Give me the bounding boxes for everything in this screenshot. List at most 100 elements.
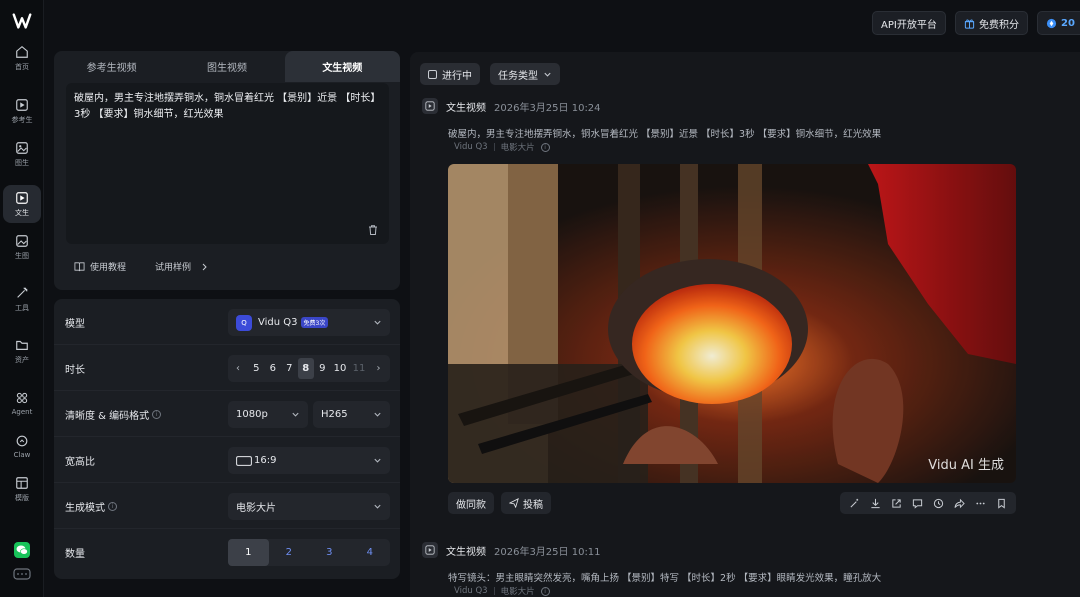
status-filter-label: 进行中 (442, 70, 472, 82)
task-type-filter[interactable]: 任务类型 (490, 63, 560, 85)
submit-button[interactable]: 投稿 (501, 492, 551, 514)
task-header: 文生视频 2026年3月25日 10:11 (422, 542, 601, 558)
model-select[interactable]: Q Vidu Q3 免费3次 (228, 309, 390, 336)
setting-duration: 时长 ‹ 5 6 7 8 9 10 11 › (54, 345, 400, 391)
free-credits-button[interactable]: 免费积分 (955, 11, 1028, 35)
community-icon[interactable] (13, 567, 31, 581)
task-time: 2026年3月25日 10:11 (494, 546, 601, 558)
nav-item-tools[interactable]: 工具 (3, 280, 41, 318)
status-square-icon (428, 69, 437, 79)
meta-divider (493, 143, 495, 151)
count-option[interactable]: 4 (350, 539, 391, 566)
video-watermark: Vidu AI 生成 (928, 458, 1004, 473)
duration-next-button[interactable]: › (369, 358, 389, 379)
info-icon[interactable]: i (540, 142, 550, 152)
nav-item-label: 工具 (15, 303, 29, 312)
duration-option[interactable]: 7 (281, 358, 298, 379)
chevron-down-icon (374, 412, 381, 417)
duration-prev-button[interactable]: ‹ (228, 358, 248, 379)
trash-icon[interactable] (367, 224, 379, 236)
mode-select[interactable]: 电影大片 (228, 493, 390, 520)
nav-item-assets[interactable]: 资产 (3, 332, 41, 370)
video-preview[interactable]: Vidu AI 生成 (448, 164, 1016, 483)
duration-option[interactable]: 6 (265, 358, 282, 379)
task-feed: 进行中 任务类型 文生视频 2026年3月25日 10:24 破屋内，男主专注地… (410, 52, 1080, 597)
nav-item-agent[interactable]: Agent (3, 384, 41, 422)
count-selector: 1 2 3 4 (228, 539, 390, 566)
prompt-text: 破屋内，男主专注地摆弄铜水，铜水冒着红光 【景别】近景 【时长】3秒 【要求】铜… (74, 93, 381, 120)
tab-image-to-video[interactable]: 图生视频 (169, 51, 284, 82)
bookmark-icon[interactable] (996, 498, 1007, 509)
tutorial-link[interactable]: 使用教程 (74, 260, 126, 273)
credits-value: 20 (1061, 17, 1075, 29)
nav-item-template[interactable]: 模版 (3, 470, 41, 508)
nav-item-image-to-video[interactable]: 图生 (3, 135, 41, 173)
task-type: 文生视频 (446, 102, 486, 114)
clock-icon[interactable] (933, 498, 944, 509)
vidu-logo[interactable] (11, 10, 33, 32)
wechat-icon[interactable] (14, 542, 30, 558)
task-mode: 电影大片 (500, 587, 535, 597)
count-option-selected[interactable]: 1 (228, 539, 269, 566)
nav-item-label: 生图 (15, 251, 29, 260)
nav-item-text-to-video[interactable]: 文生 (3, 185, 41, 223)
chevron-down-icon (374, 458, 381, 463)
aspect-select[interactable]: 16:9 (228, 447, 390, 474)
duration-option[interactable]: 9 (314, 358, 331, 379)
prompt-textarea[interactable]: 破屋内，男主专注地摆弄铜水，铜水冒着红光 【景别】近景 【时长】3秒 【要求】铜… (66, 83, 389, 244)
nav-item-reference[interactable]: 参考生 (3, 92, 41, 130)
nav-item-home[interactable]: 首页 (3, 39, 41, 77)
free-badge: 免费3次 (300, 317, 329, 328)
count-option[interactable]: 3 (309, 539, 350, 566)
setting-count: 数量 1 2 3 4 (54, 529, 400, 575)
try-example-link[interactable]: 试用样例 (155, 260, 208, 273)
resolution-select[interactable]: 1080p (228, 401, 308, 428)
tab-reference-video[interactable]: 参考生视频 (54, 51, 169, 82)
comment-icon[interactable] (912, 498, 923, 509)
tab-text-to-video[interactable]: 文生视频 (284, 51, 400, 82)
tutorial-label: 使用教程 (90, 263, 127, 273)
create-tabs: 参考生视频 图生视频 文生视频 (54, 51, 400, 82)
aspect-value: 16:9 (254, 455, 277, 466)
duration-option[interactable]: 5 (248, 358, 265, 379)
task-prompt: 特写镜头：男主眼睛突然发亮，嘴角上扬 【景别】特写 【时长】2秒 【要求】眼睛发… (448, 573, 882, 584)
count-option[interactable]: 2 (269, 539, 310, 566)
download-icon[interactable] (870, 498, 881, 509)
more-icon[interactable] (975, 498, 986, 509)
model-value: Vidu Q3 (258, 317, 298, 328)
share-icon[interactable] (954, 498, 965, 509)
task-model: Vidu Q3 (454, 586, 488, 596)
info-icon[interactable]: i (540, 586, 550, 596)
task-header: 文生视频 2026年3月25日 10:24 (422, 98, 601, 114)
info-icon[interactable]: i (152, 409, 162, 419)
api-platform-button[interactable]: API开放平台 (872, 11, 946, 35)
info-icon[interactable]: i (108, 501, 117, 511)
try-example-label: 试用样例 (155, 263, 192, 273)
claw-icon (16, 435, 28, 446)
task-type: 文生视频 (446, 546, 486, 558)
nav-item-label: 首页 (15, 62, 29, 71)
magic-wand-icon[interactable] (849, 498, 860, 509)
nav-item-image-gen[interactable]: 生图 (3, 228, 41, 266)
setting-quality: 清晰度 & 编码格式 i 1080p H265 (54, 391, 400, 437)
send-icon (509, 498, 519, 508)
nav-item-claw[interactable]: Claw (3, 427, 41, 465)
task-type-filter-label: 任务类型 (498, 70, 538, 82)
duration-option-selected[interactable]: 8 (297, 358, 314, 379)
vidu-model-icon: Q (236, 314, 252, 331)
codec-select[interactable]: H265 (313, 401, 390, 428)
count-label: 数量 (65, 548, 85, 560)
make-same-button[interactable]: 做同款 (448, 492, 494, 514)
task-meta: Vidu Q3 电影大片 i (454, 141, 550, 153)
external-open-icon[interactable] (891, 498, 902, 509)
chevron-down-icon (374, 504, 381, 509)
resolution-value: 1080p (236, 409, 268, 420)
credits-balance[interactable]: 20 (1037, 11, 1080, 35)
chevron-down-icon (292, 412, 299, 417)
duration-option[interactable]: 10 (331, 358, 350, 379)
image-gen-icon (16, 234, 28, 247)
nav-item-label: 资产 (15, 355, 29, 364)
aspect-ratio-icon (236, 455, 252, 466)
duration-option[interactable]: 11 (350, 358, 369, 379)
status-filter[interactable]: 进行中 (420, 63, 480, 85)
